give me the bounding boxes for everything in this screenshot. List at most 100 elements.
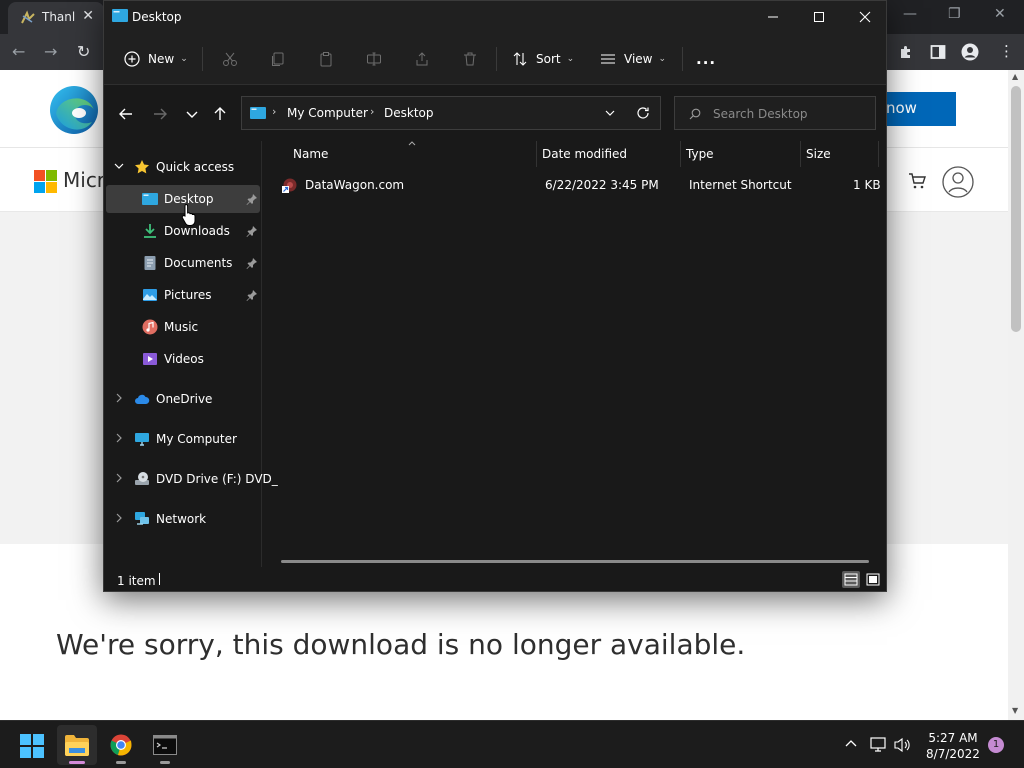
browser-back-icon[interactable]: ← [12,42,25,61]
nav-root-network[interactable]: Network [106,505,260,533]
back-arrow-icon[interactable] [116,105,136,123]
side-panel-icon[interactable] [930,44,946,60]
column-header-name[interactable]: Name [293,147,328,161]
address-dropdown-chevron-icon[interactable] [604,108,616,118]
view-button[interactable]: View ⌄ [600,47,666,71]
breadcrumb-chevron-icon: › [370,105,375,118]
taskbar-chrome[interactable] [101,725,141,765]
get-it-now-button[interactable]: now [884,92,956,126]
maximize-button[interactable] [796,1,842,33]
close-tab-icon[interactable]: ✕ [82,8,94,24]
show-hidden-icons-chevron-icon[interactable] [844,737,858,751]
column-divider[interactable] [680,141,681,167]
column-divider[interactable] [878,141,879,167]
close-button[interactable] [842,1,888,33]
browser-menu-icon[interactable]: ⋮ [999,42,1014,60]
scrollbar-thumb[interactable] [1011,86,1021,332]
breadcrumb-desktop[interactable]: Desktop [384,106,434,120]
chevron-right-icon[interactable] [114,433,124,443]
pin-icon[interactable] [246,193,258,205]
file-name[interactable]: DataWagon.com [305,178,404,192]
chrome-icon [110,734,132,756]
up-arrow-icon[interactable] [210,105,230,123]
documents-folder-icon [144,256,156,270]
share-icon[interactable] [414,47,430,71]
search-icon [689,108,701,120]
taskbar-file-explorer[interactable] [57,725,97,765]
active-app-indicator [69,761,85,764]
cart-icon[interactable] [908,172,926,190]
explorer-titlebar[interactable]: Desktop [104,1,886,33]
search-input[interactable] [713,105,863,123]
browser-minimize-icon[interactable]: — [903,6,917,22]
chevron-right-icon[interactable] [114,393,124,403]
copy-icon[interactable] [270,47,286,71]
chevron-down-icon[interactable] [114,161,124,171]
chevron-right-icon[interactable] [114,473,124,483]
refresh-icon[interactable] [636,106,650,120]
search-box[interactable] [674,96,876,130]
volume-icon[interactable] [894,737,912,753]
nav-root-onedrive[interactable]: OneDrive [106,385,260,413]
chevron-down-icon: ⌄ [180,54,188,64]
scroll-up-icon[interactable]: ▲ [1012,72,1018,81]
nav-item-videos[interactable]: Videos [106,345,260,373]
extensions-icon[interactable] [898,44,914,60]
taskbar-clock[interactable]: 5:27 AM 8/7/2022 [922,730,984,762]
horizontal-scrollbar[interactable] [281,560,869,563]
file-row[interactable]: DataWagon.com 6/22/2022 3:45 PM Internet… [277,175,881,197]
profile-icon[interactable] [961,43,979,61]
breadcrumb-my-computer[interactable]: My Computer [287,106,368,120]
running-app-indicator [116,761,126,764]
new-button[interactable]: New ⌄ [124,47,188,71]
nav-root-my-computer[interactable]: My Computer [106,425,260,453]
nav-root-label: OneDrive [156,392,213,406]
nav-item-documents[interactable]: Documents [106,249,260,277]
browser-scrollbar[interactable]: ▲ ▼ [1008,70,1024,720]
cut-icon[interactable] [222,47,238,71]
rename-icon[interactable] [366,47,382,71]
browser-tab[interactable]: Thanl ✕ [8,2,104,34]
browser-reload-icon[interactable]: ↻ [77,42,90,61]
notification-badge[interactable]: 1 [988,737,1004,753]
more-options-button[interactable]: ... [696,47,716,71]
column-header-type[interactable]: Type [686,147,714,161]
nav-item-music[interactable]: Music [106,313,260,341]
taskbar-terminal[interactable] [145,725,185,765]
column-header-size[interactable]: Size [806,147,831,161]
toolbar-separator [202,47,203,71]
minimize-button[interactable] [750,1,796,33]
start-button[interactable] [12,725,52,765]
browser-close-icon[interactable]: ✕ [994,6,1006,22]
column-divider[interactable] [800,141,801,167]
microsoft-logo-icon[interactable] [34,170,57,193]
nav-root-dvd-drive[interactable]: DVD Drive (F:) DVD_ [106,465,278,493]
forward-arrow-icon[interactable] [150,105,170,123]
recent-locations-chevron-icon[interactable] [182,105,202,123]
downloads-folder-icon [144,224,156,238]
account-icon[interactable] [942,166,974,198]
network-status-icon[interactable] [870,737,888,753]
column-divider[interactable] [536,141,537,167]
paste-icon[interactable] [318,47,334,71]
status-bar: 1 item [104,567,886,591]
delete-icon[interactable] [462,47,478,71]
browser-forward-icon[interactable]: → [44,42,57,61]
close-icon [859,11,871,23]
browser-restore-icon[interactable]: ❐ [948,6,961,22]
chevron-right-icon[interactable] [114,513,124,523]
details-view-button[interactable] [842,571,860,588]
nav-quick-access[interactable]: Quick access [106,153,260,181]
large-icons-view-button[interactable] [864,571,882,588]
pin-icon[interactable] [246,225,258,237]
column-header-date-modified[interactable]: Date modified [542,147,627,161]
scroll-down-icon[interactable]: ▼ [1012,706,1018,715]
nav-root-label: Network [156,512,207,526]
address-bar[interactable]: › My Computer › Desktop [241,96,661,130]
nav-item-pictures[interactable]: Pictures [106,281,260,309]
nav-root-label: DVD Drive (F:) DVD_ [156,472,278,486]
pin-icon[interactable] [246,289,258,301]
sort-button[interactable]: Sort ⌄ [512,47,574,71]
pin-icon[interactable] [246,257,258,269]
computer-icon [135,433,149,446]
